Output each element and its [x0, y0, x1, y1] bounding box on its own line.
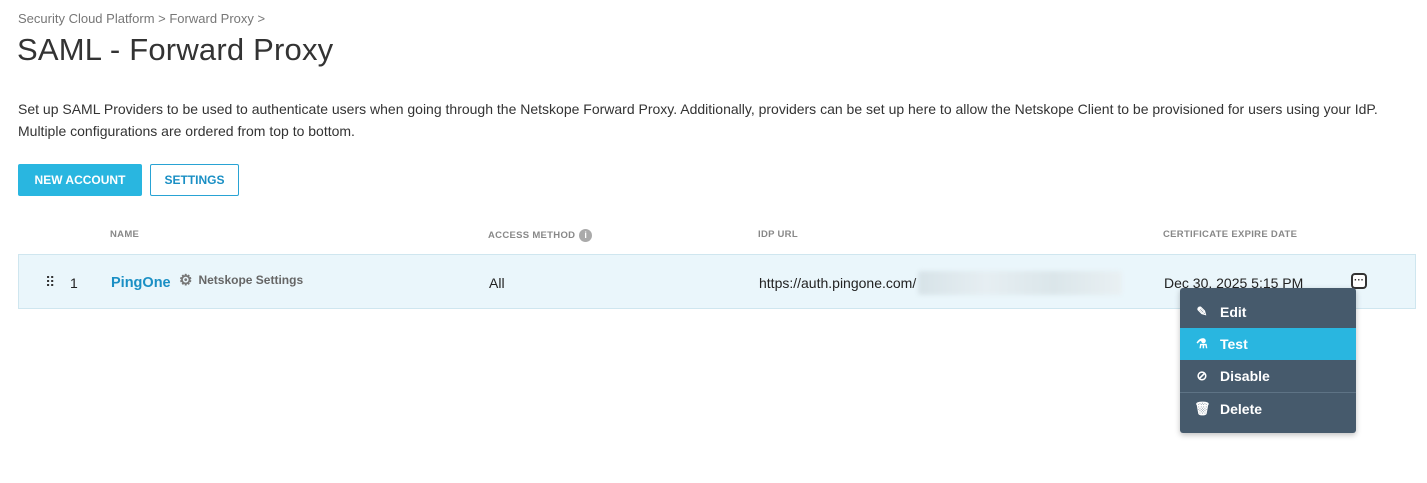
pencil-icon: ✎: [1196, 304, 1208, 319]
row-index: 1: [70, 274, 78, 291]
column-header-access-method: ACCESS METHOD i: [488, 229, 593, 242]
page-title: SAML - Forward Proxy: [17, 32, 334, 67]
account-name-link[interactable]: PingOne: [111, 255, 171, 310]
idp-url-cell: https://auth.pingone.com/: [759, 255, 1123, 310]
drag-handle-icon[interactable]: ⠿: [45, 255, 55, 310]
new-account-button[interactable]: NEW ACCOUNT: [18, 164, 142, 196]
more-options-icon[interactable]: ···: [1351, 273, 1367, 289]
info-icon[interactable]: i: [579, 229, 593, 242]
settings-button[interactable]: SETTINGS: [150, 164, 239, 196]
column-header-cert-expire: CERTIFICATE EXPIRE DATE: [1163, 229, 1298, 240]
page-description: Set up SAML Providers to be used to auth…: [18, 101, 1378, 139]
idp-url-value: https://auth.pingone.com/: [759, 274, 917, 291]
menu-item-disable-label: Disable: [1220, 368, 1270, 384]
trash-icon: 🗑: [1194, 401, 1211, 416]
flask-icon: ⚗: [1196, 336, 1208, 351]
netskope-settings-label: Netskope Settings: [198, 273, 304, 287]
netskope-settings-link[interactable]: ⚙ Netskope Settings: [179, 271, 303, 289]
menu-item-delete-label: Delete: [1220, 401, 1263, 417]
row-context-menu: ✎ Edit ⚗ Test ⊘ Disable 🗑 Delete: [1180, 288, 1356, 433]
column-header-name: NAME: [110, 229, 140, 240]
menu-item-edit[interactable]: ✎ Edit: [1180, 296, 1356, 328]
menu-item-test[interactable]: ⚗ Test: [1180, 328, 1356, 360]
menu-item-delete[interactable]: 🗑 Delete: [1180, 392, 1356, 425]
menu-item-disable[interactable]: ⊘ Disable: [1180, 360, 1356, 392]
column-header-idp-url: IDP URL: [758, 229, 798, 240]
ban-icon: ⊘: [1196, 368, 1208, 383]
menu-item-edit-label: Edit: [1220, 304, 1247, 320]
gear-icon: ⚙: [179, 272, 193, 289]
menu-item-test-label: Test: [1220, 336, 1248, 352]
breadcrumb[interactable]: Security Cloud Platform > Forward Proxy …: [18, 11, 265, 26]
access-method-value: All: [489, 274, 505, 291]
redacted-url-blur: [918, 270, 1123, 295]
column-header-access-method-label: ACCESS METHOD: [488, 230, 576, 242]
